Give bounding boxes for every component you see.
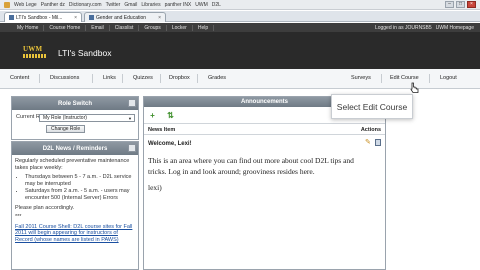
news-note: Please plan accordingly. xyxy=(15,204,75,211)
news-footer-link[interactable]: Fall 2011 Course Shell: D2L course sites… xyxy=(15,224,132,243)
edit-course-tooltip: Select Edit Course xyxy=(331,94,413,119)
minimize-button[interactable]: – xyxy=(445,1,454,8)
bookmark-item[interactable]: Dictionary.com xyxy=(69,2,102,8)
hand-cursor-icon xyxy=(410,82,419,93)
course-nav-bar: Content Discussions Links Quizzes Dropbo… xyxy=(0,69,480,89)
course-nav-surveys[interactable]: Surveys xyxy=(351,75,371,81)
tab-label: LTI's Sandbox - Mil... xyxy=(16,14,63,21)
course-nav-quizzes[interactable]: Quizzes xyxy=(133,75,153,81)
nav-separator xyxy=(429,74,430,83)
bookmark-item[interactable]: Web Lege xyxy=(14,2,37,8)
news-footer: Fall 2011 Course Shell: D2L course sites… xyxy=(15,224,135,244)
news-divider: *** xyxy=(15,214,22,221)
widget-collapse-icon[interactable] xyxy=(128,144,136,152)
window-controls: – □ × xyxy=(445,1,476,8)
uwm-logo: UWM xyxy=(23,46,47,60)
news-list: Thursdays between 5 - 7 a.m. - D2L servi… xyxy=(15,174,135,201)
course-title: LTI's Sandbox xyxy=(58,48,112,58)
add-news-icon[interactable]: + xyxy=(148,111,157,120)
nav-separator xyxy=(160,74,161,83)
uwm-homepage-link[interactable]: UWM Homepage xyxy=(436,25,474,31)
news-item-body: This is an area where you can find out m… xyxy=(148,156,354,176)
bookmark-item[interactable]: Libraries xyxy=(141,2,160,8)
role-switch-title: Role Switch xyxy=(57,100,92,107)
nav-separator xyxy=(92,74,93,83)
logo-stripe xyxy=(23,54,47,58)
browser-tab-strip: LTI's Sandbox - Mil... × Gender and Educ… xyxy=(0,11,480,22)
page-favicon-icon xyxy=(89,15,94,20)
dropdown-arrow-icon: ▼ xyxy=(128,116,132,121)
bookmarks-bar: Web Lege Panther dz Dictionary.com Twitt… xyxy=(0,0,480,10)
role-select-value: My Role (Instructor) xyxy=(43,115,87,121)
change-role-button[interactable]: Change Role xyxy=(46,125,86,133)
course-nav-content[interactable]: Content xyxy=(10,75,29,81)
course-nav-discussions[interactable]: Discussions xyxy=(50,75,79,81)
nav-course-home[interactable]: Course Home xyxy=(44,24,87,31)
role-select[interactable]: My Role (Instructor) ▼ xyxy=(39,114,135,122)
nav-locker[interactable]: Locker xyxy=(167,24,193,31)
col-news-item: News Item xyxy=(148,127,176,133)
site-top-nav: My Home Course Home Email Classlist Grou… xyxy=(0,23,480,32)
widget-collapse-icon[interactable] xyxy=(128,99,136,107)
announcements-widget: Announcements + ⇅ News Item Actions Welc… xyxy=(143,96,386,270)
right-column xyxy=(414,96,480,270)
role-switch-widget: Role Switch Current Role: My Role (Instr… xyxy=(11,96,139,140)
announcements-columns: News Item Actions xyxy=(144,124,385,135)
news-item-row: Welcome, Lexi! This is an area where you… xyxy=(144,135,385,192)
bookmark-item[interactable]: Twitter xyxy=(106,2,121,8)
course-nav-dropbox[interactable]: Dropbox xyxy=(169,75,190,81)
role-switch-header: Role Switch xyxy=(12,97,138,110)
news-item-signature: lexi) xyxy=(148,183,162,192)
bookmark-item[interactable]: Panther dz xyxy=(41,2,65,8)
course-nav-grades[interactable]: Grades xyxy=(208,75,226,81)
edit-pencil-icon[interactable]: ✎ xyxy=(365,139,372,146)
nav-groups[interactable]: Groups xyxy=(139,24,167,31)
news-list-item: Saturdays from 2 a.m. - 5 a.m. - users m… xyxy=(25,188,135,201)
bookmark-item[interactable]: panther INX xyxy=(165,2,192,8)
news-widget: D2L News / Reminders Regularly scheduled… xyxy=(11,141,139,270)
nav-separator xyxy=(381,74,382,83)
close-tab-icon[interactable]: × xyxy=(74,15,77,21)
course-nav-logout[interactable]: Logout xyxy=(440,75,457,81)
news-item-title: Welcome, Lexi! xyxy=(148,141,192,147)
course-nav-links[interactable]: Links xyxy=(103,75,116,81)
news-list-item: Thursdays between 5 - 7 a.m. - D2L servi… xyxy=(25,174,135,187)
nav-separator xyxy=(197,74,198,83)
col-actions: Actions xyxy=(360,127,381,133)
tab-label: Gender and Education xyxy=(96,14,147,21)
news-item-actions: ✎ xyxy=(365,139,381,146)
logged-in-label: Logged in as JOURNSB5 xyxy=(374,24,432,31)
page-favicon-icon xyxy=(9,15,14,20)
tab-sandbox[interactable]: LTI's Sandbox - Mil... × xyxy=(4,12,82,22)
news-title: D2L News / Reminders xyxy=(42,145,108,152)
nav-my-home[interactable]: My Home xyxy=(12,24,45,31)
bookmark-item[interactable]: Gmail xyxy=(124,2,137,8)
news-content: Regularly scheduled preventative mainten… xyxy=(15,158,135,247)
nav-email[interactable]: Email xyxy=(86,24,110,31)
close-tab-icon[interactable]: × xyxy=(158,15,161,21)
nav-separator xyxy=(39,74,40,83)
close-window-button[interactable]: × xyxy=(467,1,476,8)
nav-help[interactable]: Help xyxy=(193,24,215,31)
reorder-icon[interactable]: ⇅ xyxy=(166,111,175,120)
bookmark-folder-icon xyxy=(4,1,10,8)
course-nav-edit-course[interactable]: Edit Course xyxy=(390,75,419,81)
nav-classlist[interactable]: Classlist xyxy=(110,24,140,31)
delete-trash-icon[interactable] xyxy=(375,139,381,146)
bookmark-item[interactable]: D2L xyxy=(212,2,221,8)
tab-gender-education[interactable]: Gender and Education × xyxy=(84,12,166,22)
maximize-button[interactable]: □ xyxy=(456,1,465,8)
news-intro: Regularly scheduled preventative mainten… xyxy=(15,158,130,171)
news-header: D2L News / Reminders xyxy=(12,142,138,155)
nav-separator xyxy=(122,74,123,83)
logo-text: UWM xyxy=(23,45,43,53)
bookmark-item[interactable]: UWM xyxy=(195,2,208,8)
